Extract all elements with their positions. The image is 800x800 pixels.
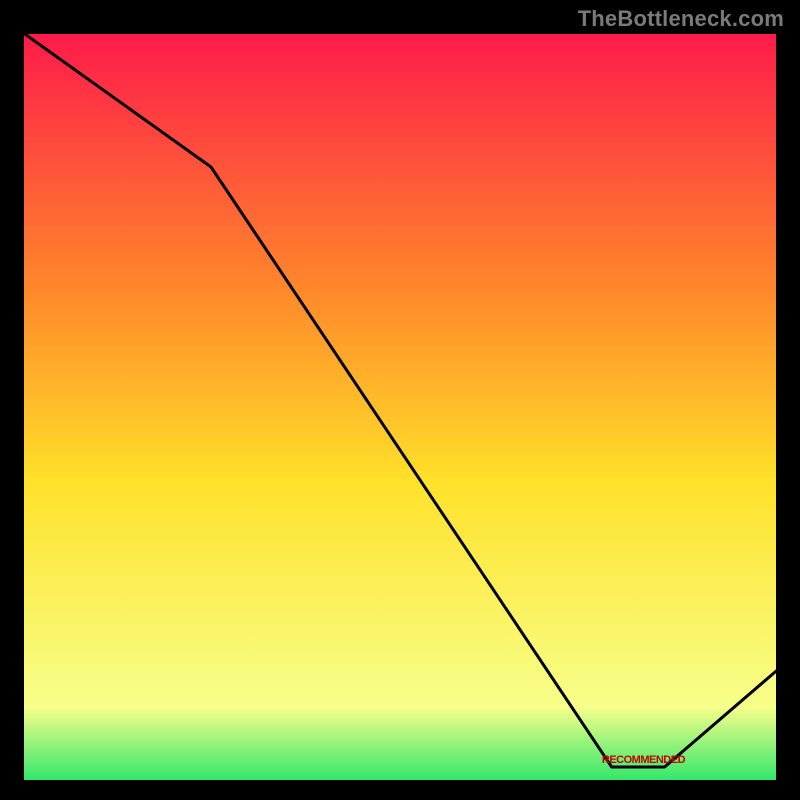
recommended-annotation: RECOMMENDED — [602, 754, 685, 766]
bottleneck-chart — [0, 0, 800, 800]
page-root: TheBottleneck.com RECOMMENDED — [0, 0, 800, 800]
plot-background — [22, 32, 778, 782]
